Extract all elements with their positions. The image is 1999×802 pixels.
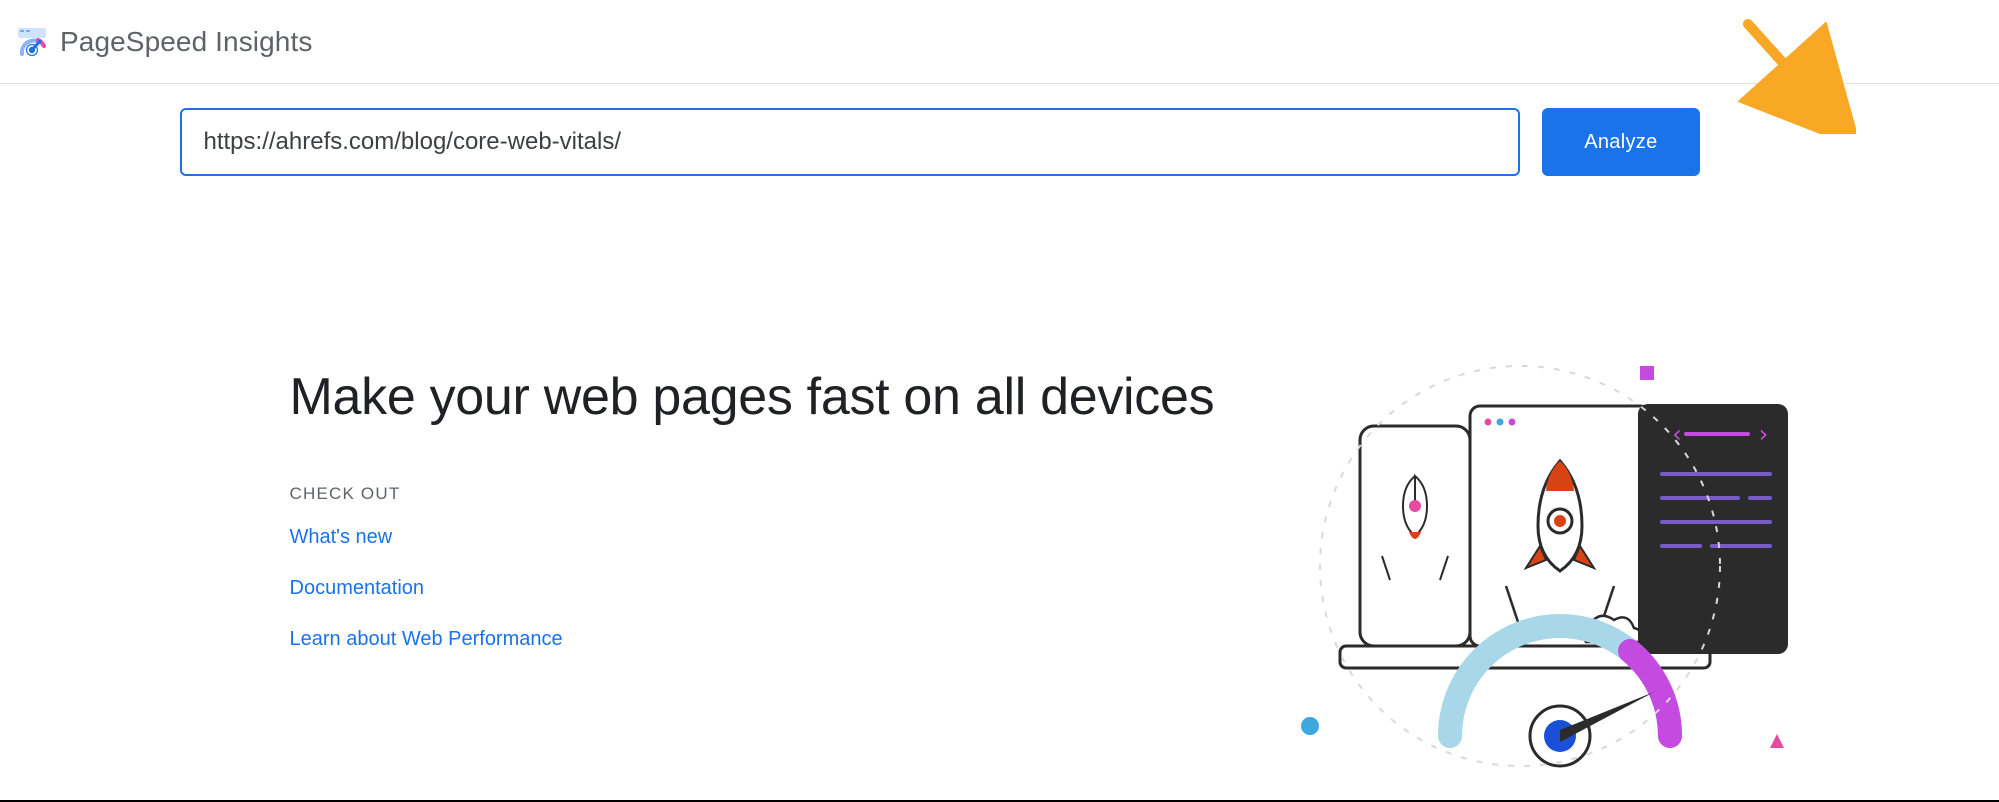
analyze-button[interactable]: Analyze <box>1542 108 1699 176</box>
analyze-bar: Analyze <box>180 108 1700 176</box>
hero-section: Make your web pages fast on all devices … <box>180 176 1700 651</box>
hero-illustration-icon: ‹ › <box>1270 356 1790 781</box>
app-title: PageSpeed Insights <box>60 26 312 58</box>
link-documentation[interactable]: Documentation <box>290 577 425 600</box>
svg-text:›: › <box>1756 420 1770 448</box>
url-input[interactable] <box>180 108 1521 176</box>
app-header: PageSpeed Insights <box>0 0 1999 84</box>
pagespeed-logo-icon <box>16 26 48 58</box>
link-learn-web-performance[interactable]: Learn about Web Performance <box>290 628 563 651</box>
link-whats-new[interactable]: What's new <box>290 526 393 549</box>
